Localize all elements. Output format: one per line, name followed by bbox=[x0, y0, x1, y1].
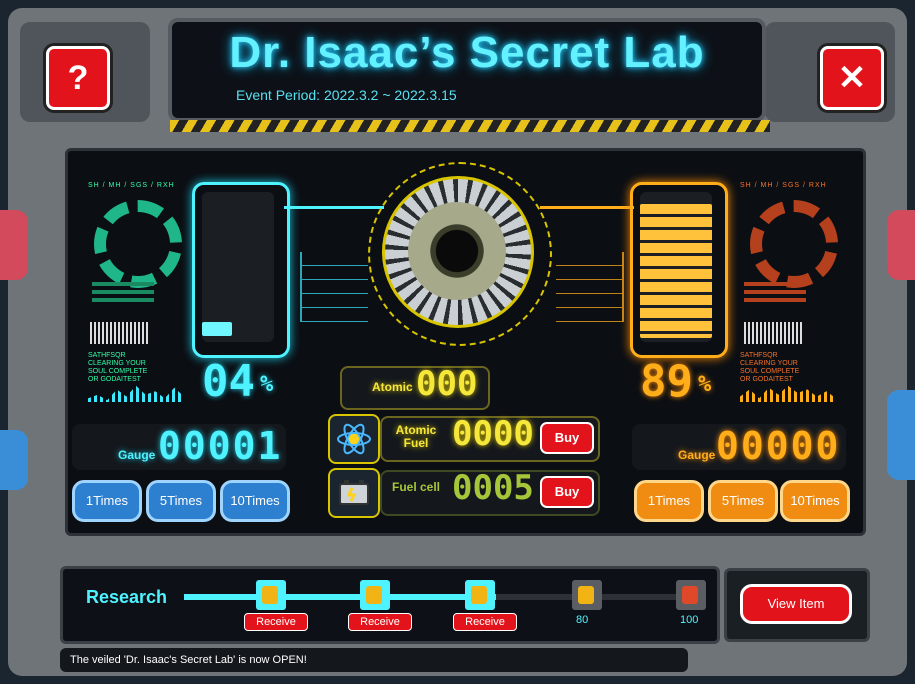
left-side-dial-lower bbox=[0, 430, 28, 490]
left-side-dial bbox=[0, 210, 28, 280]
right-gauge-label: Gauge bbox=[678, 448, 716, 462]
right-5times-button[interactable]: 5Times bbox=[708, 480, 778, 522]
reactor-core bbox=[408, 202, 506, 300]
right-barcode bbox=[744, 322, 804, 344]
right-percent-sign: % bbox=[698, 372, 712, 397]
close-icon: ✕ bbox=[837, 59, 867, 97]
card-pack-icon bbox=[578, 586, 594, 604]
page-title: Dr. Isaac’s Secret Lab bbox=[229, 28, 705, 77]
atomic-fuel-label: Atomic Fuel bbox=[395, 423, 437, 450]
left-percent-sign: % bbox=[260, 372, 274, 397]
right-side-dial bbox=[887, 210, 915, 280]
right-status-lines bbox=[744, 282, 806, 286]
battery-icon bbox=[339, 480, 369, 505]
milestone-2-receive-button[interactable]: Receive bbox=[348, 613, 412, 631]
left-gauge-value: 00001 bbox=[158, 424, 283, 468]
left-barcode bbox=[90, 322, 150, 344]
atomic-value: 000 bbox=[416, 364, 478, 404]
atomic-fuel-buy-button[interactable]: Buy bbox=[540, 422, 594, 454]
left-connector bbox=[284, 206, 384, 209]
fuel-cell-icon-box bbox=[328, 468, 380, 518]
milestone-3-receive-button[interactable]: Receive bbox=[453, 613, 517, 631]
help-button[interactable]: ? bbox=[46, 46, 110, 110]
left-10times-button[interactable]: 10Times bbox=[220, 480, 290, 522]
right-10times-button[interactable]: 10Times bbox=[780, 480, 850, 522]
close-button[interactable]: ✕ bbox=[820, 46, 884, 110]
right-connector bbox=[540, 206, 634, 209]
right-1times-button[interactable]: 1Times bbox=[634, 480, 704, 522]
news-ticker-text: The veiled 'Dr. Isaac's Secret Lab' is n… bbox=[70, 654, 307, 666]
milestone-1-tile bbox=[256, 580, 286, 610]
atom-icon bbox=[337, 423, 371, 455]
hazard-stripe bbox=[170, 120, 770, 132]
card-pack-icon bbox=[262, 586, 278, 604]
milestone-2-tile bbox=[360, 580, 390, 610]
right-radar-ring bbox=[750, 200, 838, 288]
left-tiny-text: SATHFSQR CLEARING YOUR SOUL COMPLETE OR … bbox=[88, 352, 148, 383]
card-pack-icon bbox=[366, 586, 382, 604]
atomic-fuel-value: 0000 bbox=[452, 414, 534, 454]
right-side-dial-lower bbox=[887, 390, 915, 480]
milestone-4-value: 80 bbox=[576, 614, 589, 626]
research-progress bbox=[184, 594, 496, 600]
milestone-5-value: 100 bbox=[680, 614, 699, 626]
left-radar-ring bbox=[94, 200, 182, 288]
left-5times-button[interactable]: 5Times bbox=[146, 480, 216, 522]
left-percent-value: 04 bbox=[202, 356, 255, 407]
left-grid-lines bbox=[300, 252, 368, 322]
research-title: Research bbox=[86, 587, 168, 607]
atomic-fuel-icon-box bbox=[328, 414, 380, 464]
card-pack-icon bbox=[682, 586, 698, 604]
milestone-1-receive-button[interactable]: Receive bbox=[244, 613, 308, 631]
milestone-4-tile bbox=[572, 580, 602, 610]
left-tiny-header: SH / MH / SGS / RXH bbox=[88, 182, 175, 189]
milestone-3-tile bbox=[465, 580, 495, 610]
view-item-button[interactable]: View Item bbox=[740, 584, 852, 624]
left-tank bbox=[202, 192, 274, 342]
left-tank-fill bbox=[202, 322, 232, 336]
left-gauge-label: Gauge bbox=[118, 448, 156, 462]
fuel-cell-buy-button[interactable]: Buy bbox=[540, 476, 594, 508]
right-grid-lines bbox=[556, 252, 624, 322]
left-status-lines bbox=[92, 282, 154, 286]
fuel-cell-label: Fuel cell bbox=[392, 480, 441, 494]
milestone-5-tile bbox=[676, 580, 706, 610]
event-period: Event Period: 2022.3.2 ~ 2022.3.15 bbox=[236, 87, 457, 103]
right-gauge-value: 00000 bbox=[716, 424, 841, 468]
card-pack-icon bbox=[471, 586, 487, 604]
right-tank-fill bbox=[640, 204, 712, 338]
question-icon: ? bbox=[67, 59, 89, 97]
right-tiny-header: SH / MH / SGS / RXH bbox=[740, 182, 827, 189]
fuel-cell-value: 0005 bbox=[452, 468, 534, 508]
left-1times-button[interactable]: 1Times bbox=[72, 480, 142, 522]
right-percent-value: 89 bbox=[640, 356, 693, 407]
right-tiny-text: SATHFSQR CLEARING YOUR SOUL COMPLETE OR … bbox=[740, 352, 800, 383]
atomic-label: Atomic bbox=[372, 380, 413, 394]
